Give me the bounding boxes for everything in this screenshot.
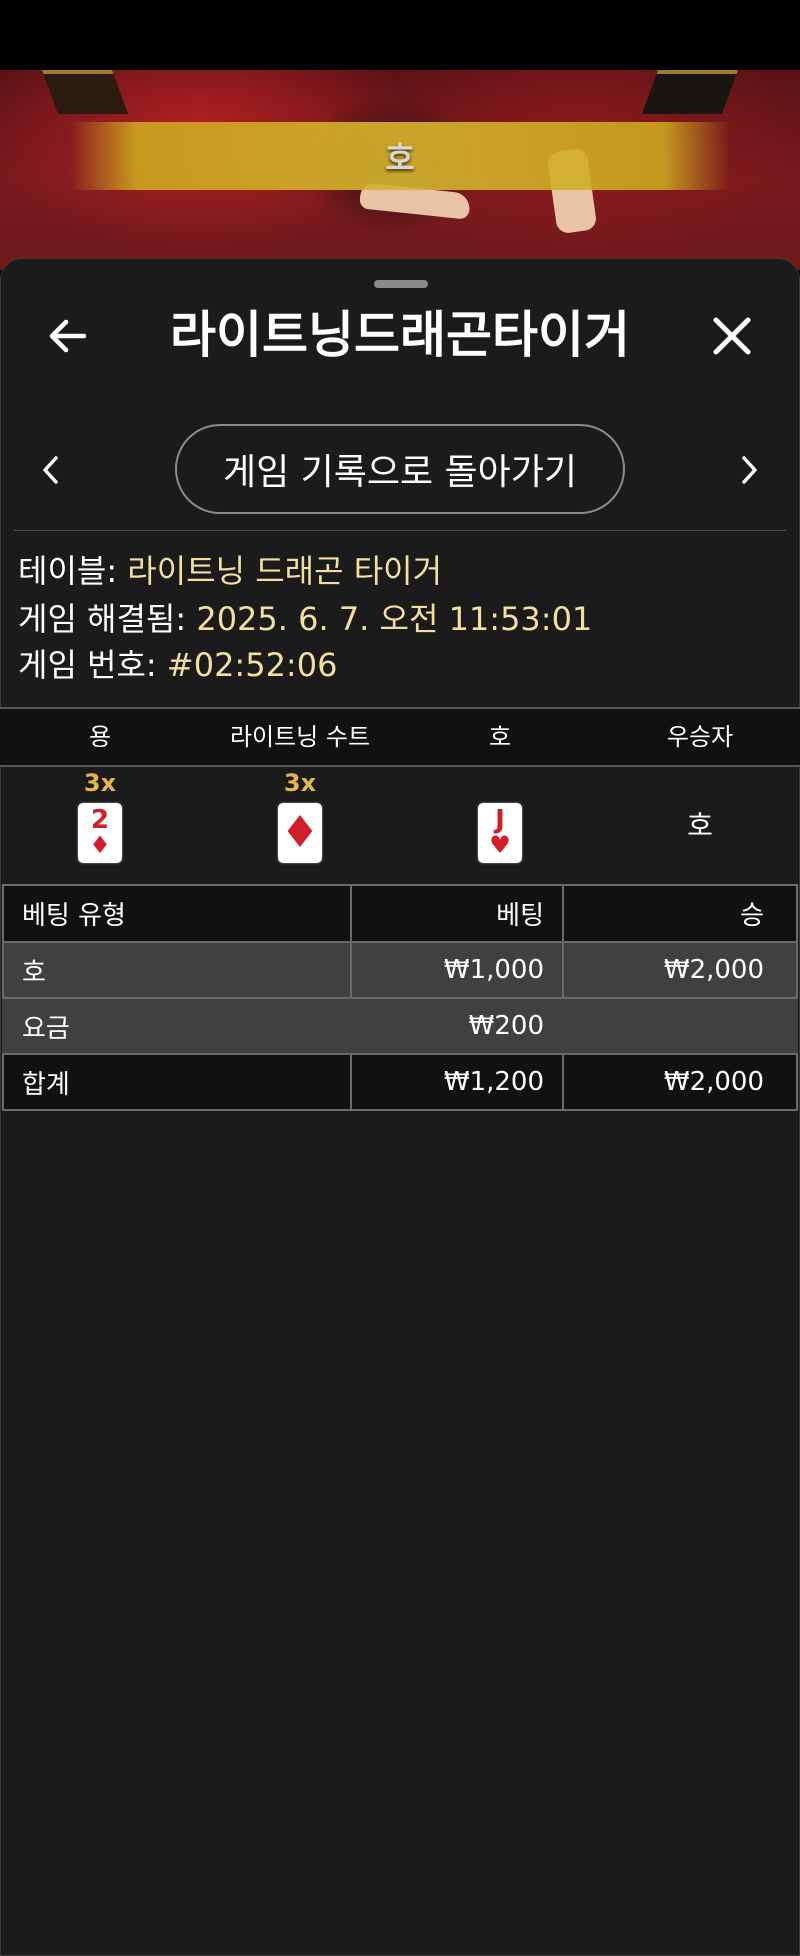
back-to-history-button[interactable]: 게임 기록으로 돌아가기 (175, 424, 625, 514)
cards-row: 3x 2 ♦ 3x ♦ J ♥ 호 (0, 767, 800, 885)
dragon-cell: 3x 2 ♦ (0, 767, 200, 885)
bet-amount-cell: ₩200 (350, 997, 564, 1055)
win-amount-cell (562, 997, 798, 1055)
header-win: 승 (562, 884, 798, 943)
divider (14, 530, 786, 531)
cards-header-row: 용 라이트닝 수트 호 우승자 (0, 707, 800, 767)
header-lightning-suit: 라이트닝 수트 (229, 723, 371, 751)
tiger-card-rank: J (495, 805, 505, 835)
game-number-label: 게임 번호: (18, 646, 167, 684)
total-win-cell: ₩2,000 (562, 1053, 798, 1111)
drag-handle[interactable] (374, 280, 428, 288)
bets-table: 베팅 유형 베팅 승 호 ₩1,000 ₩2,000 요금 ₩200 합계 ₩1… (2, 884, 798, 1111)
cards-table: 용 라이트닝 수트 호 우승자 3x 2 ♦ 3x ♦ J ♥ 호 (0, 707, 800, 885)
status-bar (0, 0, 800, 70)
header-winner: 우승자 (666, 723, 734, 751)
win-amount-cell: ₩2,000 (562, 941, 798, 999)
result-banner: 호 (70, 122, 730, 190)
chevron-right-icon[interactable] (734, 452, 764, 488)
chevron-left-icon[interactable] (36, 452, 66, 488)
winner-value: 호 (687, 809, 713, 842)
table-row: 요금 ₩200 (2, 997, 798, 1055)
bet-type-cell: 요금 (2, 997, 352, 1055)
game-number-value: #02:52:06 (166, 646, 338, 684)
header-tiger: 호 (488, 723, 512, 751)
result-banner-text: 호 (385, 139, 415, 177)
tiger-cell: J ♥ (400, 767, 600, 885)
winner-cell: 호 (600, 767, 800, 885)
header-dragon: 용 (88, 723, 112, 751)
dragon-card: 2 ♦ (78, 803, 122, 863)
resolved-value: 2025. 6. 7. 오전 11:53:01 (196, 600, 593, 638)
table-label: 테이블: (18, 552, 128, 590)
heart-icon: ♥ (489, 831, 511, 859)
diamond-icon: ♦ (89, 831, 111, 859)
diamond-icon: ♦ (280, 807, 320, 858)
bet-type-cell: 호 (2, 941, 352, 999)
bet-amount-cell: ₩1,000 (350, 941, 564, 999)
total-row: 합계 ₩1,200 ₩2,000 (2, 1053, 798, 1111)
total-label-cell: 합계 (2, 1053, 352, 1111)
back-arrow-icon[interactable] (44, 312, 92, 360)
chair-right (641, 70, 739, 114)
dragon-card-rank: 2 (90, 805, 110, 835)
lightning-suit-multiplier: 3x (283, 769, 317, 797)
resolved-label: 게임 해결됨: (18, 600, 197, 638)
dragon-multiplier: 3x (83, 769, 117, 797)
table-value: 라이트닝 드래곤 타이거 (127, 552, 443, 590)
resolved-info: 게임 해결됨: 2025. 6. 7. 오전 11:53:01 (18, 599, 592, 639)
lightning-suit-cell: 3x ♦ (200, 767, 400, 885)
table-info: 테이블: 라이트닝 드래곤 타이거 (18, 551, 442, 591)
tiger-card: J ♥ (478, 803, 522, 863)
page-title: 라이트닝드래곤타이거 (170, 306, 630, 364)
table-row: 호 ₩1,000 ₩2,000 (2, 941, 798, 999)
game-number-info: 게임 번호: #02:52:06 (18, 645, 337, 685)
header-bet: 베팅 (350, 884, 564, 943)
lightning-suit-card: ♦ (278, 803, 322, 863)
bets-header-row: 베팅 유형 베팅 승 (2, 884, 798, 943)
total-bet-cell: ₩1,200 (350, 1053, 564, 1111)
header-bet-type: 베팅 유형 (2, 884, 352, 943)
close-icon[interactable] (708, 312, 756, 360)
